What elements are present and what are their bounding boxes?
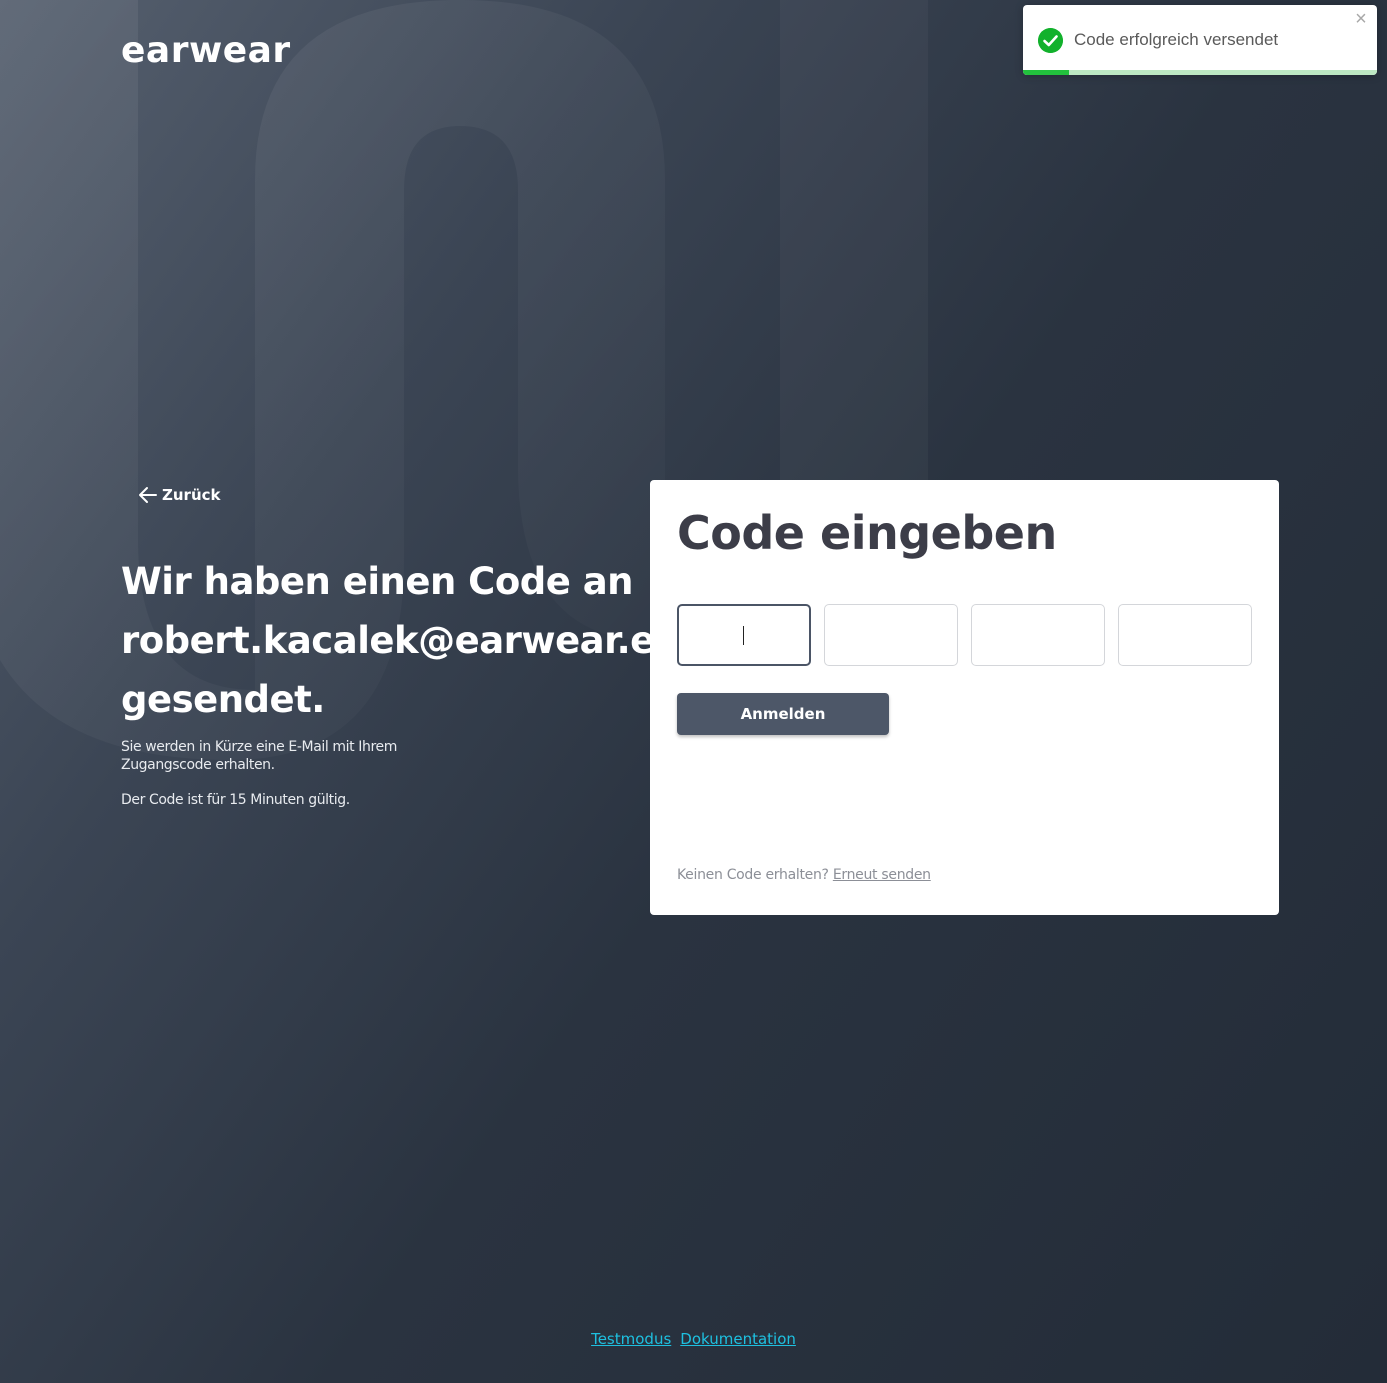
back-link-label: Zurück bbox=[162, 486, 221, 504]
toast-message: Code erfolgreich versendet bbox=[1074, 30, 1279, 49]
card-title: Code eingeben bbox=[677, 506, 1057, 560]
code-entry-card: Code eingeben Anmelden Keinen Code erhal… bbox=[650, 480, 1279, 915]
intro-headline: Wir haben einen Code an robert.kacalek@e… bbox=[121, 560, 681, 721]
check-circle-icon bbox=[1038, 28, 1063, 53]
toast-progress-bar bbox=[1023, 70, 1377, 75]
success-toast: Code erfolgreich versendet × bbox=[1023, 5, 1377, 75]
earwear-logo: earwear bbox=[121, 30, 291, 71]
documentation-link[interactable]: Dokumentation bbox=[680, 1330, 796, 1348]
testmode-link[interactable]: Testmodus bbox=[591, 1330, 671, 1348]
code-validity-note: Der Code ist für 15 Minuten gültig. bbox=[121, 792, 350, 808]
code-digit-input-1[interactable] bbox=[677, 604, 811, 666]
back-link[interactable]: Zurück bbox=[138, 486, 221, 504]
code-digit-input-2[interactable] bbox=[824, 604, 958, 666]
resend-prompt: Keinen Code erhalten? bbox=[677, 867, 829, 883]
login-button[interactable]: Anmelden bbox=[677, 693, 889, 735]
intro-description: Sie werden in Kürze eine E-Mail mit Ihre… bbox=[121, 739, 397, 773]
arrow-left-icon bbox=[139, 487, 157, 503]
footer-links: Testmodus Dokumentation bbox=[0, 1330, 1387, 1348]
resend-row: Keinen Code erhalten? Erneut senden bbox=[677, 867, 931, 883]
code-digit-input-3[interactable] bbox=[971, 604, 1105, 666]
close-icon[interactable]: × bbox=[1353, 9, 1369, 29]
toast-progress-fill bbox=[1023, 70, 1070, 75]
resend-link[interactable]: Erneut senden bbox=[833, 867, 931, 883]
code-digit-input-4[interactable] bbox=[1118, 604, 1252, 666]
